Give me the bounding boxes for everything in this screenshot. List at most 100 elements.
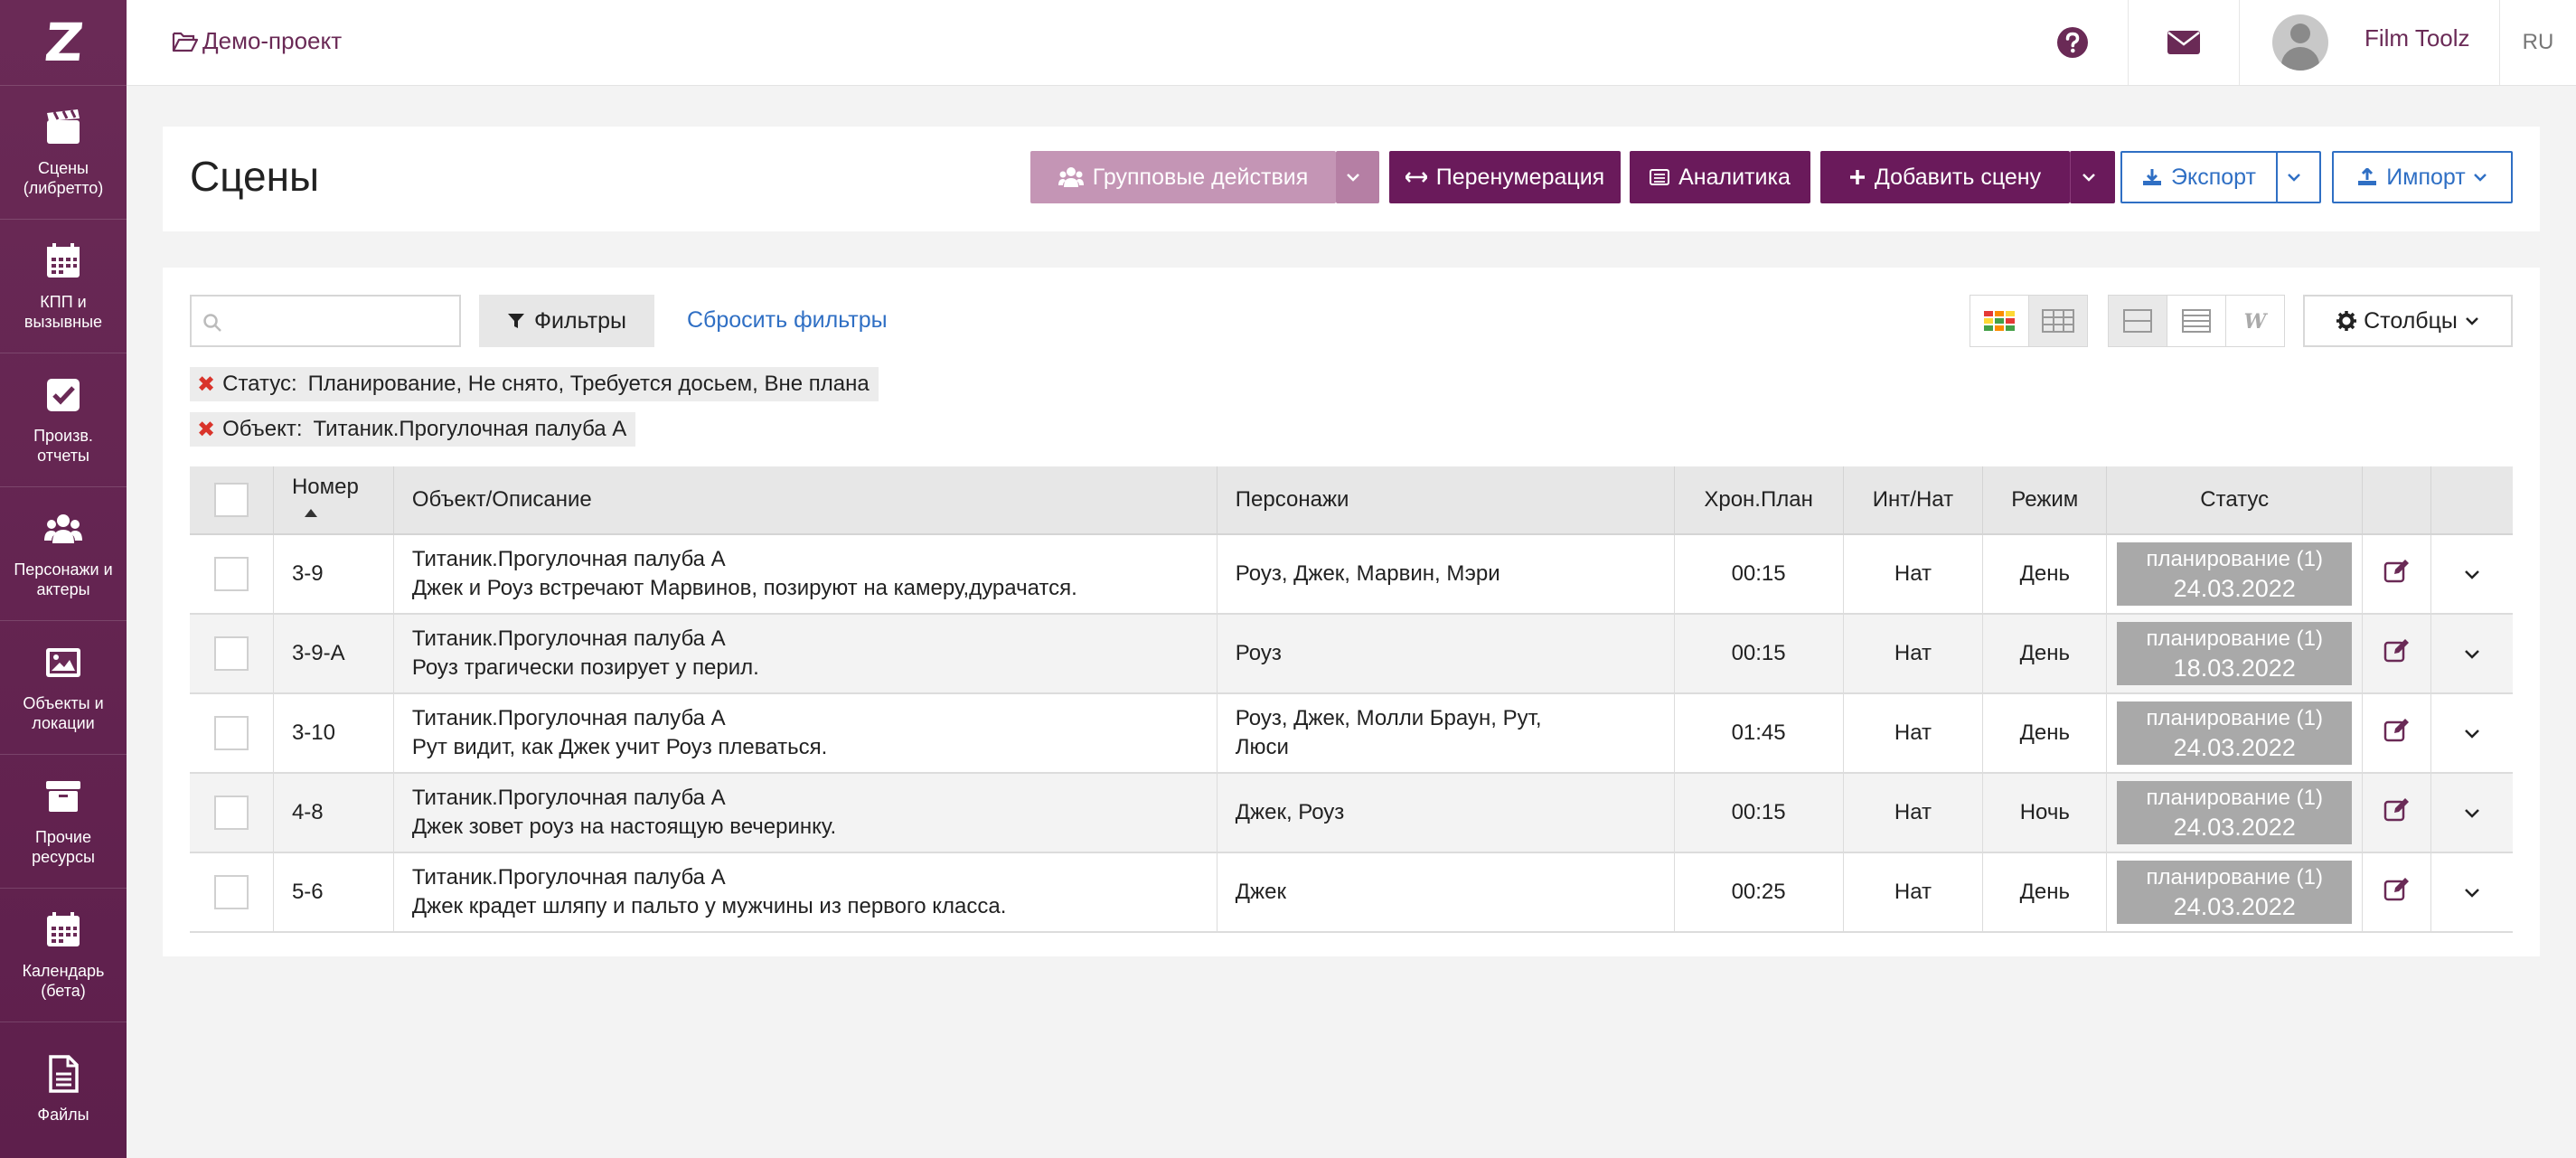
chevron-down-icon <box>2288 174 2300 182</box>
select-all-checkbox[interactable] <box>213 483 249 517</box>
row-checkbox[interactable] <box>213 557 249 591</box>
sidebar-item-characters[interactable]: Персонажи и актеры <box>0 487 127 621</box>
chevron-down-icon[interactable] <box>2464 888 2480 899</box>
sidebar-item-calendar[interactable]: Календарь (бета) <box>0 889 127 1022</box>
scene-description-cell: Титаник.Прогулочная палуба А Джек зовет … <box>393 773 1217 853</box>
scene-intnat: Нат <box>1843 773 1984 853</box>
sidebar-item-label: Персонажи и актеры <box>14 560 113 598</box>
table-row[interactable]: 5-6 Титаник.Прогулочная палуба А Джек кр… <box>190 852 2513 933</box>
app-logo[interactable]: Z <box>0 0 127 86</box>
status-text: планирование (1) <box>2146 706 2323 730</box>
search-input[interactable] <box>190 295 461 347</box>
row-checkbox[interactable] <box>213 716 249 750</box>
analytics-button[interactable]: Аналитика <box>1630 151 1810 203</box>
scene-status-cell: планирование (1) 24.03.2022 <box>2106 773 2364 853</box>
expand-cell <box>2430 852 2513 933</box>
project-selector[interactable]: Демо-проект <box>172 27 342 55</box>
remove-filter-icon[interactable]: ✖ <box>197 417 215 443</box>
density-view-toggle: W <box>2108 295 2285 347</box>
compact-view-button[interactable] <box>2109 296 2167 346</box>
header-intnat[interactable]: Инт/Нат <box>1843 466 1984 535</box>
row-checkbox[interactable] <box>213 875 249 909</box>
word-view-button[interactable]: W <box>2226 296 2284 346</box>
columns-button[interactable]: Столбцы <box>2303 295 2513 347</box>
row-checkbox[interactable] <box>213 796 249 830</box>
header-mode[interactable]: Режим <box>1982 466 2108 535</box>
status-badge[interactable]: планирование (1) 24.03.2022 <box>2117 781 2353 844</box>
table-header-row: Номер Объект/Описание Персонажи Хрон.Пла… <box>190 466 2513 535</box>
edit-icon[interactable] <box>2383 717 2411 742</box>
expand-cell <box>2430 534 2513 615</box>
help-button[interactable] <box>2017 0 2128 85</box>
chevron-down-icon[interactable] <box>2464 649 2480 660</box>
group-actions-button[interactable]: Групповые действия <box>1030 151 1336 203</box>
list-alt-icon <box>1650 169 1670 185</box>
folder-open-icon <box>172 32 199 52</box>
edit-icon[interactable] <box>2383 637 2411 663</box>
filters-button[interactable]: Фильтры <box>479 295 654 347</box>
renumber-button[interactable]: Перенумерация <box>1389 151 1621 203</box>
language-switch[interactable]: RU <box>2499 0 2576 85</box>
messages-button[interactable] <box>2128 0 2239 85</box>
status-text: планирование (1) <box>2146 786 2323 810</box>
search-icon <box>203 314 221 332</box>
sidebar-item-files[interactable]: Файлы <box>0 1022 127 1155</box>
edit-icon[interactable] <box>2383 558 2411 583</box>
header-number[interactable]: Номер <box>273 466 394 535</box>
scene-description: Рут видит, как Джек учит Роуз плеваться. <box>411 735 828 759</box>
sidebar-item-reports[interactable]: Произв. отчеты <box>0 353 127 487</box>
color-view-button[interactable] <box>1970 296 2029 346</box>
scene-description: Роуз трагически позирует у перил. <box>411 655 759 680</box>
user-menu[interactable]: Film Toolz <box>2239 0 2499 85</box>
export-dropdown[interactable] <box>2276 151 2321 203</box>
group-actions-dropdown[interactable] <box>1336 151 1379 203</box>
table-row[interactable]: 3-9 Титаник.Прогулочная палуба А Джек и … <box>190 534 2513 615</box>
header-status[interactable]: Статус <box>2106 466 2364 535</box>
reset-filters-link[interactable]: Сбросить фильтры <box>687 307 888 334</box>
header-characters[interactable]: Персонажи <box>1217 466 1675 535</box>
edit-icon[interactable] <box>2383 876 2411 901</box>
avatar <box>2272 14 2328 71</box>
status-text: планирование (1) <box>2146 547 2323 571</box>
chevron-down-icon[interactable] <box>2464 570 2480 580</box>
header-time[interactable]: Хрон.План <box>1674 466 1844 535</box>
add-scene-dropdown[interactable] <box>2070 151 2115 203</box>
scene-characters: Роуз, Джек, Молли Браун, Рут, Люси <box>1217 693 1675 774</box>
logo-mark: Z <box>42 12 85 73</box>
sidebar-item-scenes[interactable]: Сцены (либретто) <box>0 86 127 220</box>
filter-chip-value: Планирование, Не снято, Требуется досьем… <box>307 372 870 396</box>
plain-view-button[interactable] <box>2029 296 2087 346</box>
scene-description: Джек зовет роуз на настоящую вечеринку. <box>411 814 837 839</box>
sidebar-item-locations[interactable]: Объекты и локации <box>0 621 127 755</box>
scene-characters: Джек <box>1217 852 1675 933</box>
scene-description-cell: Титаник.Прогулочная палуба А Джек и Роуз… <box>393 534 1217 615</box>
table-row[interactable]: 3-9-А Титаник.Прогулочная палуба А Роуз … <box>190 614 2513 694</box>
list-view-button[interactable] <box>2167 296 2226 346</box>
edit-icon[interactable] <box>2383 796 2411 822</box>
row-checkbox[interactable] <box>213 636 249 671</box>
sidebar-item-resources[interactable]: Прочие ресурсы <box>0 755 127 889</box>
sidebar-item-callsheets[interactable]: КПП и вызывные <box>0 220 127 353</box>
scene-number: 4-8 <box>273 773 394 853</box>
status-badge[interactable]: планирование (1) 24.03.2022 <box>2117 861 2353 924</box>
status-date: 24.03.2022 <box>2173 814 2296 841</box>
chevron-down-icon[interactable] <box>2464 729 2480 739</box>
status-date: 24.03.2022 <box>2173 893 2296 920</box>
import-button[interactable]: Импорт <box>2332 151 2513 203</box>
export-button[interactable]: Экспорт <box>2120 151 2278 203</box>
table-row[interactable]: 4-8 Титаник.Прогулочная палуба А Джек зо… <box>190 773 2513 853</box>
add-scene-button[interactable]: Добавить сцену <box>1820 151 2070 203</box>
header-expand <box>2430 466 2513 535</box>
status-badge[interactable]: планирование (1) 18.03.2022 <box>2117 622 2353 685</box>
chevron-down-icon[interactable] <box>2464 808 2480 819</box>
scene-time: 01:45 <box>1674 693 1844 774</box>
status-badge[interactable]: планирование (1) 24.03.2022 <box>2117 542 2353 606</box>
remove-filter-icon[interactable]: ✖ <box>197 372 215 398</box>
table-row[interactable]: 3-10 Титаник.Прогулочная палуба А Рут ви… <box>190 693 2513 774</box>
scene-number: 3-9-А <box>273 614 394 694</box>
header-object[interactable]: Объект/Описание <box>393 466 1217 535</box>
row-select-cell <box>190 693 274 774</box>
scene-intnat: Нат <box>1843 614 1984 694</box>
status-badge[interactable]: планирование (1) 24.03.2022 <box>2117 701 2353 765</box>
chevron-down-icon <box>1347 174 1359 182</box>
